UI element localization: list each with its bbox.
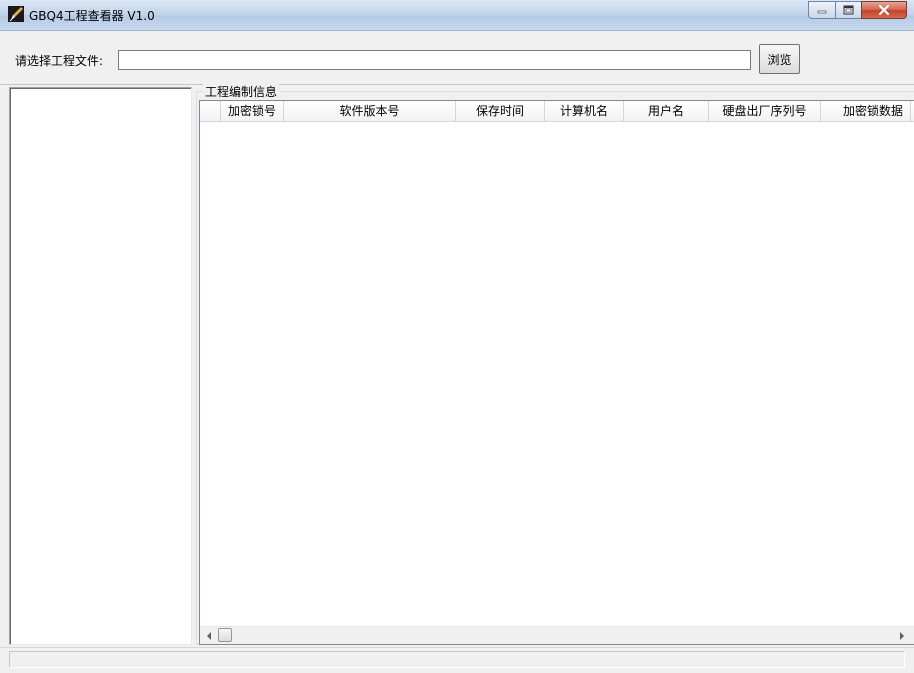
scroll-left-button[interactable] [200,627,217,644]
title-bar[interactable]: GBQ4工程查看器 V1.0 [0,0,914,31]
scroll-right-button[interactable] [893,627,910,644]
column-header-disk-serial[interactable]: 硬盘出厂序列号 [709,101,821,121]
arrow-left-icon [206,631,211,640]
project-info-grid[interactable]: 加密锁号 软件版本号 保存时间 计算机名 用户名 硬盘出厂序列号 加密锁数据 [199,100,914,645]
status-panel [9,651,905,668]
column-header-user-name[interactable]: 用户名 [624,101,709,121]
file-select-label: 请选择工程文件: [15,54,104,68]
scroll-thumb[interactable] [218,628,232,642]
column-header-lock-number[interactable]: 加密锁号 [221,101,284,121]
horizontal-scrollbar[interactable] [200,626,914,644]
project-tree-panel[interactable] [9,87,192,645]
close-icon [878,5,890,15]
project-info-group-title: 工程编制信息 [203,83,280,100]
maximize-icon [843,5,854,15]
app-pen-icon [8,6,24,22]
grid-header: 加密锁号 软件版本号 保存时间 计算机名 用户名 硬盘出厂序列号 加密锁数据 [200,101,914,122]
grid-header-row-indicator [200,101,221,121]
status-bar [0,647,914,673]
file-path-input[interactable] [118,50,751,70]
arrow-right-icon [899,631,904,640]
column-header-computer-name[interactable]: 计算机名 [545,101,624,121]
minimize-icon [817,10,827,14]
column-header-save-time[interactable]: 保存时间 [456,101,545,121]
close-button[interactable] [861,1,907,19]
column-header-software-version[interactable]: 软件版本号 [284,101,456,121]
column-header-lock-data[interactable]: 加密锁数据 [821,101,911,121]
minimize-button[interactable] [808,1,835,19]
browse-button[interactable]: 浏览 [759,44,800,74]
main-window: GBQ4工程查看器 V1.0 请选择工程文件: 浏览 工程编制信息 加密锁号 软… [0,0,914,673]
caption-buttons [808,1,907,20]
window-title: GBQ4工程查看器 V1.0 [29,9,155,23]
maximize-button[interactable] [835,1,861,19]
